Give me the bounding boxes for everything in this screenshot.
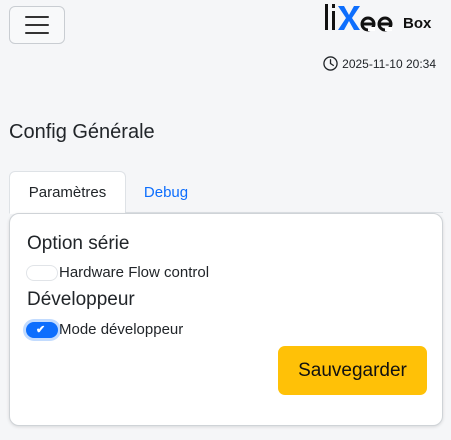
datetime-text: 2025-11-10 20:34 [342,56,436,71]
menu-toggle-button[interactable] [9,6,65,44]
datetime-display: 2025-11-10 20:34 [323,56,436,71]
tab-bar: Paramètres Debug [9,171,443,214]
section-title-serial: Option série [27,233,130,254]
settings-card: Option série Hardware Flow control Dével… [9,213,443,426]
hamburger-icon [25,16,49,18]
lixee-logo [323,2,395,34]
developer-mode-row: ✔ Mode développeur [26,321,183,338]
hardware-flow-control-row: Hardware Flow control [26,264,209,281]
hamburger-icon-bar [25,24,49,26]
check-icon: ✔ [36,323,46,336]
hardware-flow-control-switch[interactable] [26,264,58,281]
save-button[interactable]: Sauvegarder [278,346,427,395]
hamburger-icon-bar [25,32,49,34]
clock-icon [323,56,338,71]
logo-suffix: Box [403,15,432,32]
logo-image [325,4,393,32]
hardware-flow-control-label: Hardware Flow control [59,264,210,281]
page-title: Config Générale [9,121,155,143]
section-title-developer: Développeur [27,289,135,310]
developer-mode-switch[interactable]: ✔ [26,321,58,338]
tab-debug[interactable]: Debug [126,171,206,213]
developer-mode-label: Mode développeur [59,321,184,338]
tab-parametres[interactable]: Paramètres [9,171,126,214]
